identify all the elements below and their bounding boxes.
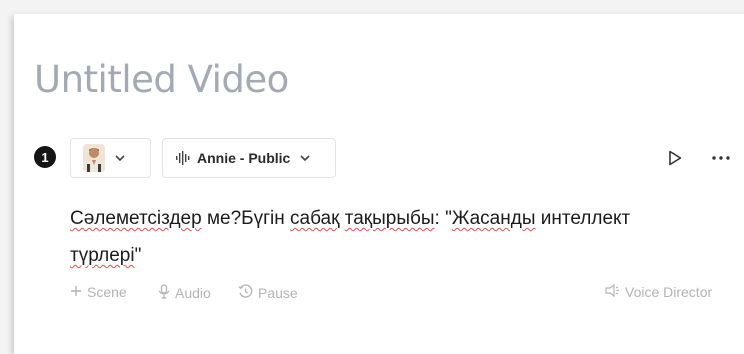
waveform-icon	[175, 151, 191, 165]
voice-selector[interactable]: Annie - Public	[162, 138, 336, 178]
chevron-down-icon	[300, 153, 310, 164]
microphone-icon	[158, 284, 170, 302]
scene-label: Scene	[87, 284, 127, 300]
script-line: Сәлеметсіздер ме?Бүгін сабақ тақырыбы: "…	[70, 200, 710, 237]
scene-toolbar: Scene Audio Pause Voice Director	[70, 283, 720, 308]
script-segment: "	[134, 245, 142, 266]
script-segment: интеллект	[535, 208, 631, 229]
video-title[interactable]: Untitled Video	[34, 58, 289, 101]
misspelled-word: тақырыбы	[344, 208, 435, 229]
voice-name: Annie - Public	[197, 150, 291, 166]
clock-icon	[238, 284, 253, 302]
voice-director-button[interactable]: Voice Director	[604, 283, 713, 300]
misspelled-word: Сәлеметсіздер	[70, 208, 202, 229]
avatar	[83, 144, 105, 172]
audio-button[interactable]: Audio	[158, 284, 211, 302]
voice-director-icon	[604, 283, 620, 300]
pause-button[interactable]: Pause	[238, 284, 298, 302]
voice-director-label: Voice Director	[625, 284, 713, 300]
script-segment: : "	[434, 208, 452, 229]
play-icon[interactable]	[662, 145, 688, 171]
script-segment: ме?Бүгін	[201, 208, 291, 229]
script-line: түрлері"	[70, 237, 710, 274]
scene-header: 1 Annie - Public	[34, 138, 734, 180]
scene-number-badge: 1	[34, 146, 56, 168]
audio-label: Audio	[175, 285, 211, 301]
pause-label: Pause	[258, 285, 298, 301]
misspelled-word: Жасанды	[451, 208, 536, 229]
script-editor-card: Untitled Video 1 Annie - Public Сәлеметс…	[14, 14, 744, 354]
add-scene-button[interactable]: Scene	[70, 284, 127, 300]
script-text[interactable]: Сәлеметсіздер ме?Бүгін сабақ тақырыбы: "…	[70, 200, 710, 274]
avatar-selector[interactable]	[70, 138, 151, 178]
misspelled-word: сабақ	[290, 208, 340, 229]
misspelled-word: түрлері	[70, 245, 135, 266]
scene-actions	[662, 138, 734, 178]
plus-icon	[70, 284, 82, 300]
more-icon[interactable]	[708, 145, 734, 171]
chevron-down-icon	[115, 153, 125, 164]
